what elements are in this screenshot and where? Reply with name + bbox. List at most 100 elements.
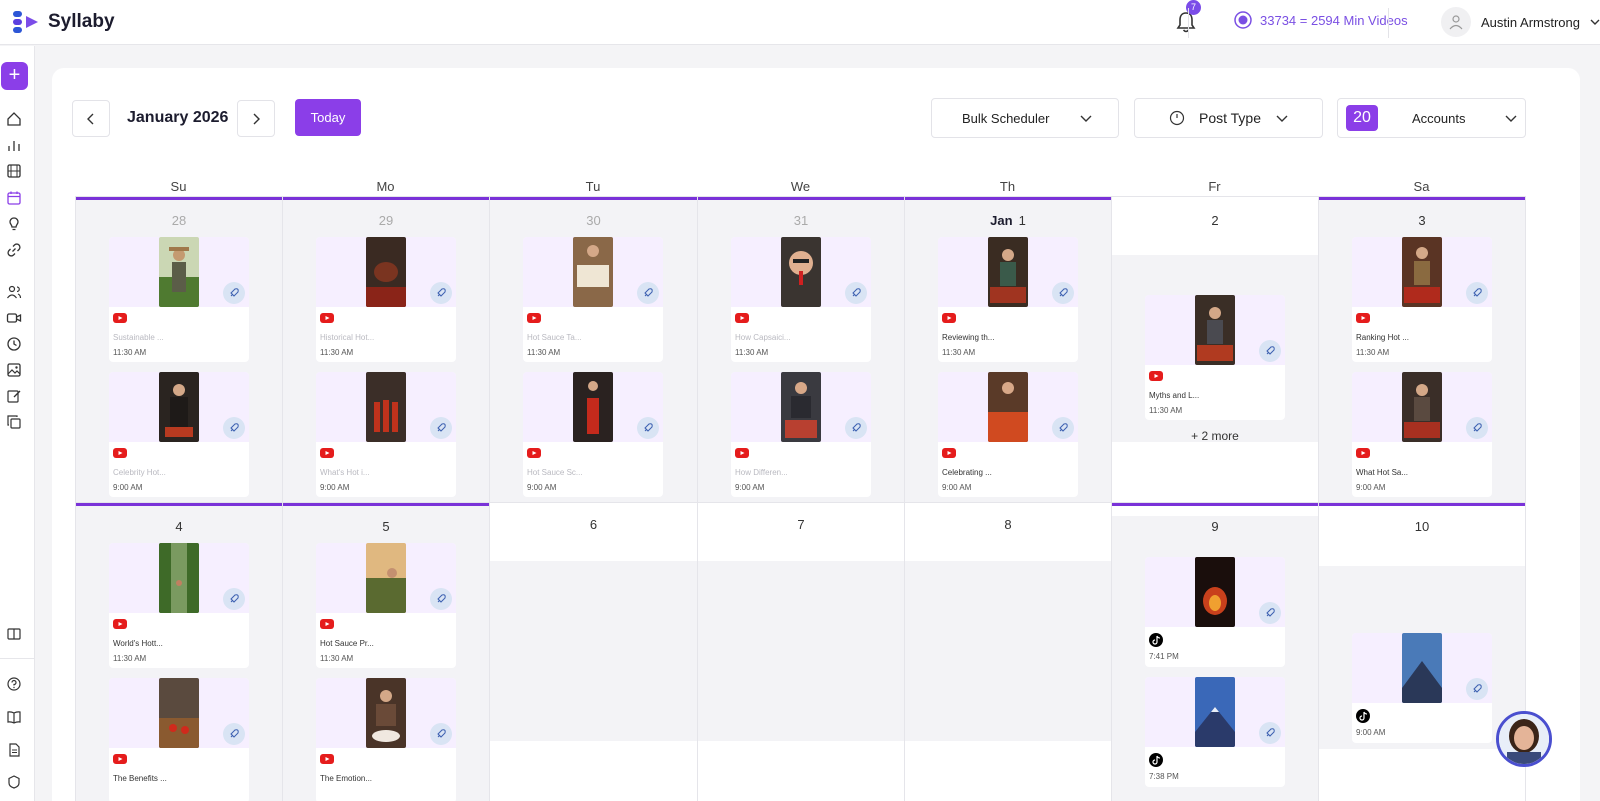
- rocket-icon[interactable]: [223, 588, 245, 610]
- post-card[interactable]: Hot Sauce Sc... 9:00 AM: [523, 372, 663, 497]
- post-card[interactable]: Hot Sauce Ta... 11:30 AM: [523, 237, 663, 362]
- day-cell-10[interactable]: 10 9:00 AM: [1318, 502, 1526, 801]
- day-cell-7[interactable]: 7: [697, 502, 905, 801]
- edit-icon[interactable]: [6, 388, 22, 404]
- copy-icon[interactable]: [6, 414, 22, 430]
- rocket-icon[interactable]: [1259, 602, 1281, 624]
- rocket-icon[interactable]: [430, 282, 452, 304]
- prev-month-button[interactable]: [72, 100, 110, 137]
- credits-display[interactable]: 33734 = 2594 Min Videos: [1234, 11, 1408, 29]
- image-icon[interactable]: [6, 362, 22, 378]
- rocket-icon[interactable]: [1259, 722, 1281, 744]
- day-cell-2[interactable]: 2 Myths and L... 11:30 AM + 2 more: [1111, 196, 1319, 503]
- clock-icon[interactable]: [6, 336, 22, 352]
- week-bar: [905, 197, 1111, 200]
- post-thumbnail: [366, 237, 406, 307]
- rocket-icon[interactable]: [1466, 678, 1488, 700]
- document-icon[interactable]: [6, 742, 22, 758]
- rocket-icon[interactable]: [845, 282, 867, 304]
- post-card[interactable]: Myths and L... 11:30 AM: [1145, 295, 1285, 420]
- day-cell-4[interactable]: 4 World's Hott... 11:30 AM The Benefits …: [75, 502, 283, 801]
- support-chat-avatar[interactable]: [1496, 711, 1552, 767]
- rocket-icon[interactable]: [1466, 282, 1488, 304]
- day-cell-28[interactable]: 28 Sustainable ... 11:30 AM Celebrity Ho…: [75, 196, 283, 503]
- home-icon[interactable]: [6, 111, 22, 127]
- post-card[interactable]: The Benefits ...: [109, 678, 249, 801]
- post-card[interactable]: 7:38 PM: [1145, 677, 1285, 787]
- weekday-header: Mo: [376, 179, 395, 194]
- create-button[interactable]: +: [1, 62, 28, 90]
- user-menu[interactable]: Austin Armstrong: [1441, 7, 1600, 37]
- post-card[interactable]: World's Hott... 11:30 AM: [109, 543, 249, 668]
- calendar-icon[interactable]: [6, 190, 22, 206]
- rocket-icon[interactable]: [637, 417, 659, 439]
- youtube-icon: [113, 754, 127, 764]
- youtube-icon: [113, 619, 127, 629]
- rocket-icon[interactable]: [223, 417, 245, 439]
- post-card[interactable]: Reviewing th... 11:30 AM: [938, 237, 1078, 362]
- day-cell-8[interactable]: 8: [904, 502, 1112, 801]
- post-card[interactable]: Historical Hot... 11:30 AM: [316, 237, 456, 362]
- day-cell-9[interactable]: 9 7:41 PM 7:38 PM: [1111, 502, 1319, 801]
- today-button[interactable]: Today: [295, 99, 361, 136]
- day-cell-29[interactable]: 29 Historical Hot... 11:30 AM What's Hot…: [282, 196, 490, 503]
- post-card[interactable]: What's Hot i... 9:00 AM: [316, 372, 456, 497]
- more-posts-link[interactable]: + 2 more: [1112, 429, 1318, 443]
- post-time: 11:30 AM: [320, 654, 354, 663]
- rocket-icon[interactable]: [1466, 417, 1488, 439]
- post-card[interactable]: The Emotion...: [316, 678, 456, 801]
- rocket-icon[interactable]: [430, 723, 452, 745]
- film-icon[interactable]: [6, 163, 22, 179]
- day-cell-6[interactable]: 6: [489, 502, 698, 801]
- book-icon[interactable]: [6, 709, 22, 725]
- post-card[interactable]: How Capsaici... 11:30 AM: [731, 237, 871, 362]
- day-cell-jan-1[interactable]: Jan 1 Reviewing th... 11:30 AM Celebratin…: [904, 196, 1112, 503]
- youtube-icon: [527, 313, 541, 323]
- rocket-icon[interactable]: [1052, 417, 1074, 439]
- post-card[interactable]: Ranking Hot ... 11:30 AM: [1352, 237, 1492, 362]
- logo[interactable]: Syllaby: [12, 8, 115, 36]
- day-cell-31[interactable]: 31 How Capsaici... 11:30 AM How Differen…: [697, 196, 905, 503]
- post-card[interactable]: 7:41 PM: [1145, 557, 1285, 667]
- post-card[interactable]: Hot Sauce Pr... 11:30 AM: [316, 543, 456, 668]
- post-card[interactable]: What Hot Sa... 9:00 AM: [1352, 372, 1492, 497]
- next-month-button[interactable]: [237, 100, 275, 137]
- post-thumbnail: [988, 372, 1028, 442]
- day-cell-5[interactable]: 5 Hot Sauce Pr... 11:30 AM The Emotion..…: [282, 502, 490, 801]
- analytics-icon[interactable]: [6, 137, 22, 153]
- link-icon[interactable]: [6, 242, 22, 258]
- post-thumbnail: [159, 678, 199, 748]
- post-card[interactable]: Celebrity Hot... 9:00 AM: [109, 372, 249, 497]
- day-cell-3[interactable]: 3 Ranking Hot ... 11:30 AM What Hot Sa..…: [1318, 196, 1526, 503]
- shield-icon[interactable]: [6, 774, 22, 790]
- help-icon[interactable]: [6, 676, 22, 692]
- week-bar: [76, 503, 282, 506]
- rocket-icon[interactable]: [637, 282, 659, 304]
- post-thumbnail: [159, 237, 199, 307]
- rocket-icon[interactable]: [1259, 340, 1281, 362]
- post-title: Historical Hot...: [320, 333, 375, 342]
- sidebar-toggle-icon[interactable]: [6, 626, 22, 642]
- video-icon[interactable]: [6, 310, 22, 326]
- post-title: Celebrating ...: [942, 468, 992, 477]
- lightbulb-icon[interactable]: [6, 216, 22, 232]
- rocket-icon[interactable]: [223, 723, 245, 745]
- accounts-dropdown[interactable]: 20 Accounts: [1337, 98, 1526, 138]
- post-card[interactable]: Celebrating ... 9:00 AM: [938, 372, 1078, 497]
- rocket-icon[interactable]: [1052, 282, 1074, 304]
- rocket-icon[interactable]: [845, 417, 867, 439]
- main-panel: January 2026 Today Bulk Scheduler Post T…: [52, 68, 1580, 801]
- post-card[interactable]: How Differen... 9:00 AM: [731, 372, 871, 497]
- week-bar: [698, 197, 904, 200]
- rocket-icon[interactable]: [430, 588, 452, 610]
- bulk-scheduler-dropdown[interactable]: Bulk Scheduler: [931, 98, 1119, 138]
- post-thumbnail: [1402, 237, 1442, 307]
- rocket-icon[interactable]: [430, 417, 452, 439]
- rocket-icon[interactable]: [223, 282, 245, 304]
- post-card[interactable]: Sustainable ... 11:30 AM: [109, 237, 249, 362]
- post-type-dropdown[interactable]: Post Type: [1134, 98, 1323, 138]
- users-icon[interactable]: [6, 284, 22, 300]
- youtube-icon: [1356, 313, 1370, 323]
- post-card[interactable]: 9:00 AM: [1352, 633, 1492, 743]
- day-cell-30[interactable]: 30 Hot Sauce Ta... 11:30 AM Hot Sauce Sc…: [489, 196, 698, 503]
